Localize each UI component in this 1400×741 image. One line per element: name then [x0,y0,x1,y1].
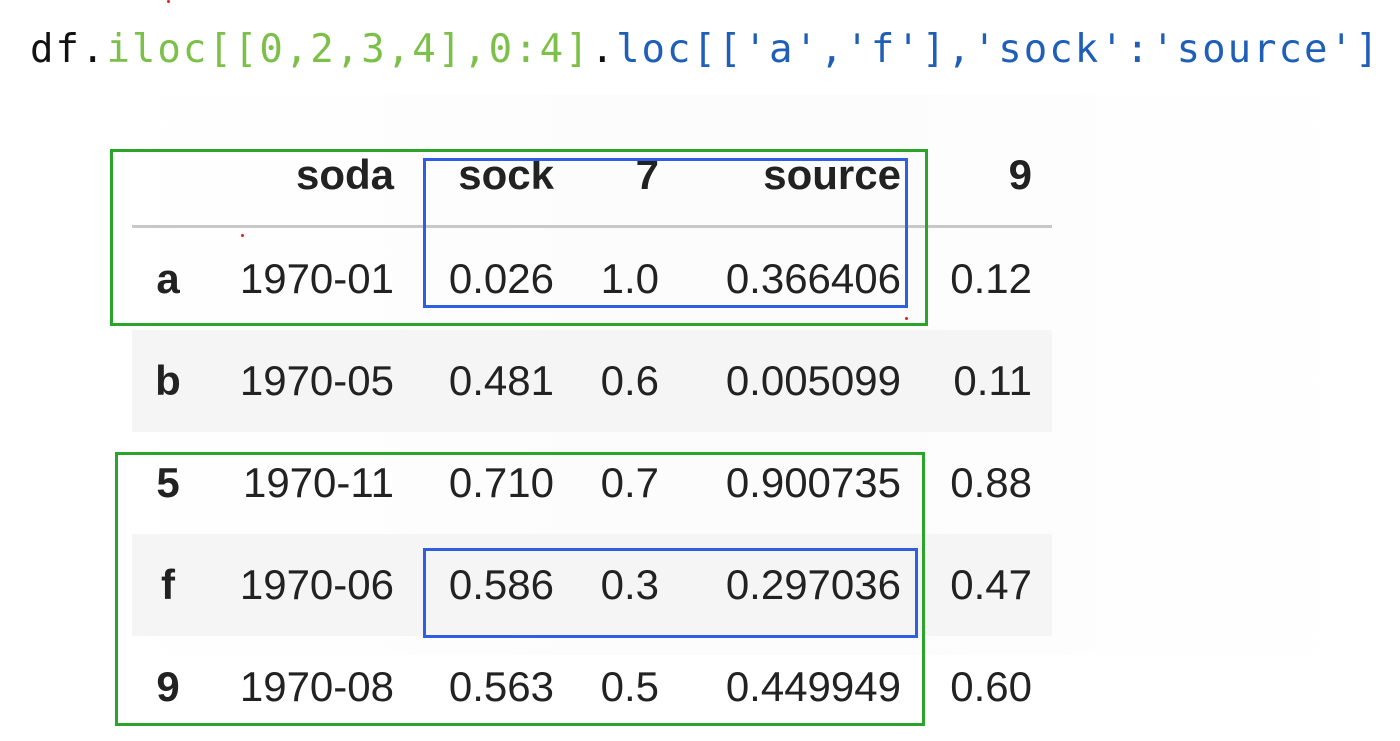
cell-9: 0.88 [950,459,1032,506]
cell-source: 0.005099 [659,330,901,432]
cell-sock: 0.710 [448,459,554,506]
cell-7: 0.3 [554,534,659,636]
cell-7: 0.6 [554,330,659,432]
header-sock: sock [394,125,554,228]
cell-sock: 0.026 [448,255,554,302]
header-9: 9 [901,125,1052,228]
cell-7: 0.5 [600,663,659,710]
table-row: 5 1970-11 0.710 0.7 0.900735 0.88 [132,432,1052,534]
header-soda: soda [204,125,394,228]
table-row: a 1970-01 0.026 1.0 0.366406 0.12 [132,227,1052,331]
table-row: 9 1970-08 0.563 0.5 0.449949 0.60 [132,636,1052,738]
cell-9: 0.60 [950,663,1032,710]
cell-soda: 1970-05 [204,330,394,432]
row-index: 5 [156,459,180,506]
annotation-dot [167,0,170,3]
cell-source: 0.297036 [659,534,901,636]
cell-source: 0.900735 [725,459,901,506]
header-7: 7 [554,125,659,228]
cell-soda: 1970-01 [239,255,394,302]
code-dot-token: . [590,27,617,72]
cell-9: 0.47 [901,534,1052,636]
cell-9: 0.12 [950,255,1032,302]
cell-soda: 1970-11 [242,459,394,506]
header-source: source [659,125,901,228]
cell-sock: 0.586 [394,534,554,636]
cell-9: 0.11 [901,330,1052,432]
cell-soda: 1970-06 [204,534,394,636]
header-index [132,125,204,228]
row-index: b [132,330,204,432]
cell-soda: 1970-08 [239,663,394,710]
cell-7: 1.0 [600,255,659,302]
cell-source: 0.449949 [725,663,901,710]
table-row: f 1970-06 0.586 0.3 0.297036 0.47 [132,534,1052,636]
annotation-dot [241,234,244,237]
code-iloc-token: iloc[[0,2,3,4],0:4] [106,27,591,72]
header-row: soda sock 7 source 9 [132,125,1052,228]
cell-7: 0.7 [600,459,659,506]
code-line: df.iloc[[0,2,3,4],0:4].loc[['a','f'],'so… [30,22,1380,78]
cell-source: 0.366406 [725,255,901,302]
cell-sock: 0.563 [448,663,554,710]
dataframe-table: soda sock 7 source 9 a 1970-01 0.026 1.0… [132,125,1052,738]
row-index: f [132,534,204,636]
code-loc-token: loc[['a','f'],'sock':'source'] [616,27,1381,72]
row-index: a [156,255,180,302]
row-index: 9 [156,663,180,710]
table-row: b 1970-05 0.481 0.6 0.005099 0.11 [132,330,1052,432]
cell-sock: 0.481 [394,330,554,432]
annotation-dot [905,317,908,320]
code-df-token: df. [30,27,107,72]
